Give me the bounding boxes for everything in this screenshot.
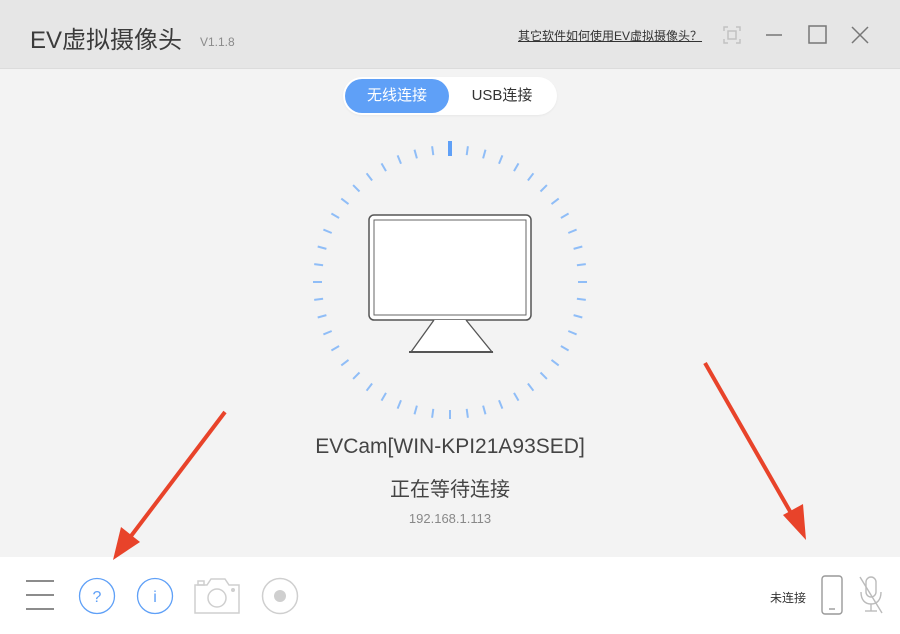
connection-mode-tabs: 无线连接 USB连接 [343, 77, 557, 115]
device-name: EVCam[WIN-KPI21A93SED] [315, 435, 585, 458]
dial-tick [431, 146, 435, 156]
dial-tick [550, 359, 560, 367]
title-bar: EV虚拟摄像头 V1.1.8 其它软件如何使用EV虚拟摄像头？ [0, 0, 900, 69]
dial-tick [323, 228, 333, 234]
dial-tick [498, 155, 504, 165]
help-link[interactable]: 其它软件如何使用EV虚拟摄像头？ [518, 27, 702, 44]
phone-icon[interactable] [821, 575, 843, 620]
dial-tick [573, 314, 583, 319]
connection-status-label: 未连接 [770, 591, 807, 605]
dial-tick [573, 245, 583, 250]
dial-tick [380, 162, 387, 172]
dial-tick [314, 263, 324, 267]
monitor-icon [368, 214, 532, 353]
dial-tick [380, 392, 387, 402]
dial-tick [560, 345, 570, 352]
dial-tick [567, 330, 577, 336]
dial-tick [465, 408, 469, 418]
tab-wireless[interactable]: 无线连接 [345, 79, 449, 113]
dial-tick [340, 197, 350, 205]
camera-snapshot-icon[interactable] [193, 575, 241, 620]
dial-tick [576, 263, 586, 267]
minimize-icon[interactable] [760, 20, 790, 50]
dial-tick [482, 405, 487, 415]
dial-tick [539, 184, 548, 193]
dial-tick [539, 371, 548, 380]
waiting-dial [313, 141, 587, 419]
dial-tick [465, 146, 469, 156]
info-icon[interactable]: i [136, 577, 174, 620]
dial-tick [365, 172, 373, 182]
dial-tick [498, 399, 504, 409]
dial-tick [576, 297, 586, 301]
tab-usb[interactable]: USB连接 [449, 77, 555, 115]
dial-tick [413, 405, 418, 415]
dial-tick [352, 371, 361, 380]
microphone-icon[interactable] [859, 575, 883, 620]
app-version: V1.1.8 [200, 35, 235, 49]
dial-tick [314, 297, 324, 301]
dial-tick [560, 212, 570, 219]
dial-tick [513, 392, 520, 402]
dial-tick [396, 399, 402, 409]
svg-text:i: i [153, 589, 157, 606]
dial-tick [527, 172, 535, 182]
app-title: EV虚拟摄像头 [30, 27, 183, 54]
dial-tick [513, 162, 520, 172]
dial-tick [330, 212, 340, 219]
dial-tick [396, 155, 402, 165]
dial-tick [413, 149, 418, 159]
ip-address: 192.168.1.113 [408, 511, 492, 526]
fullscreen-icon[interactable] [717, 20, 747, 50]
record-icon[interactable] [261, 577, 299, 620]
connection-status-text: 正在等待连接 [390, 479, 510, 501]
dial-tick [365, 382, 373, 392]
dial-tick [352, 184, 361, 193]
bottom-toolbar: ? i 未连接 [0, 557, 900, 634]
dial-tick [567, 228, 577, 234]
dial-tick [482, 149, 487, 159]
dial-tick [527, 382, 535, 392]
help-icon[interactable]: ? [78, 577, 116, 620]
dial-tick [330, 345, 340, 352]
dial-tick [317, 245, 327, 250]
dial-tick [431, 408, 435, 418]
close-icon[interactable] [845, 20, 875, 50]
maximize-icon[interactable] [803, 20, 833, 50]
menu-icon[interactable] [25, 579, 55, 616]
svg-text:?: ? [93, 589, 102, 606]
dial-tick [340, 359, 350, 367]
dial-tick [323, 330, 333, 336]
dial-tick [317, 314, 327, 319]
dial-tick [550, 197, 560, 205]
